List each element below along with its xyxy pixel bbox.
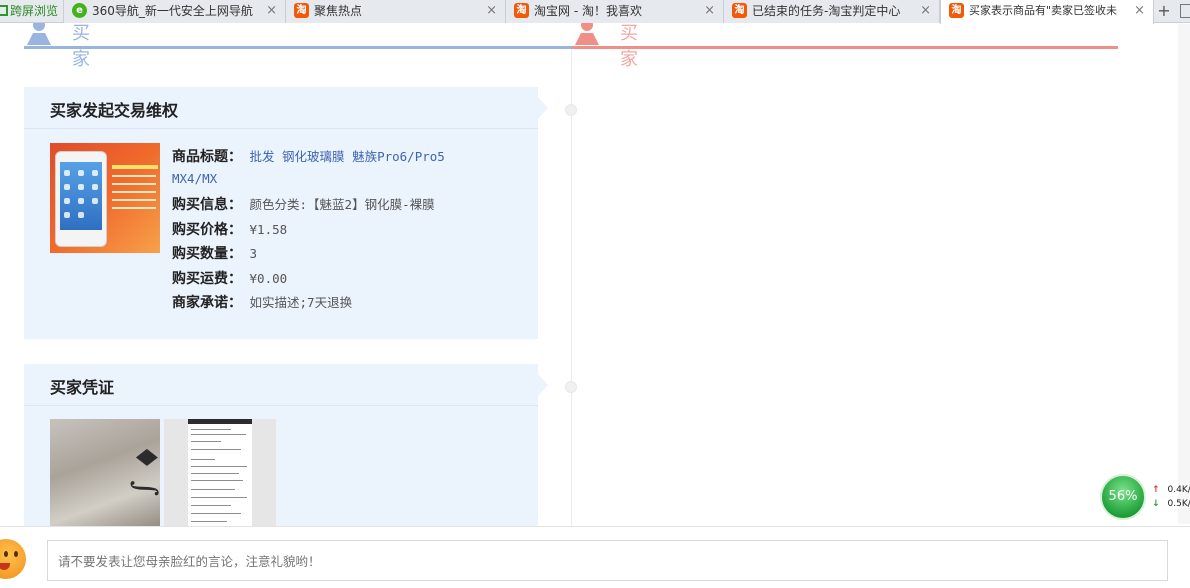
tab-label: 已结束的任务-淘宝判定中心 [752, 4, 901, 18]
promo-strip [112, 165, 158, 169]
timeline-dot [565, 104, 577, 116]
user-avatar[interactable] [0, 539, 26, 579]
taobao-icon: 淘 [949, 3, 964, 18]
evidence-photo[interactable]: ♦ ∫ [50, 419, 160, 529]
taobao-icon: 淘 [294, 3, 309, 18]
tab-label: 360导航_新一代安全上网导航 [92, 4, 253, 18]
seller-role-label: 买家 [620, 23, 638, 70]
network-speed-widget[interactable]: 56% ↑ 0.4K/ ↓ 0.5K/ [1100, 474, 1190, 520]
dispute-card-header: 买家发起交易维权 [24, 87, 538, 129]
evidence-screenshot[interactable] [164, 419, 276, 529]
quantity-value: 3 [249, 246, 258, 261]
document-image [188, 419, 252, 529]
quantity-label: 购买数量： [172, 246, 242, 262]
evidence-card-header: 买家凭证 [24, 364, 538, 406]
360-nav-icon: e [72, 3, 87, 18]
speed-percent-ball[interactable]: 56% [1100, 474, 1146, 520]
product-title-label: 商品标题： [172, 149, 242, 165]
buyer-role-line [24, 46, 572, 49]
phone-image [55, 151, 107, 247]
merchant-promise-value: 如实描述;7天退换 [249, 295, 353, 310]
timeline-dot [565, 381, 577, 393]
dispute-card-title: 买家发起交易维权 [50, 101, 179, 120]
merchant-promise-label: 商家承诺： [172, 295, 242, 311]
tab-focus-hot[interactable]: 淘 聚焦热点 × [286, 0, 506, 23]
tab-360-nav[interactable]: e 360导航_新一代安全上网导航 × [64, 0, 286, 23]
taobao-icon: 淘 [732, 3, 747, 18]
buyer-role-label: 买家 [72, 23, 90, 70]
tab-taobao-home[interactable]: 淘 淘宝网 - 淘！我喜欢 × [506, 0, 724, 23]
tab-label: 买家表示商品有"卖家已签收未 [969, 4, 1118, 17]
close-icon[interactable]: × [920, 0, 931, 22]
card-pointer [538, 97, 548, 119]
handwriting-image: ♦ ∫ [128, 444, 160, 497]
upload-arrow-icon: ↑ [1152, 485, 1160, 495]
upload-speed-value: 0.4K/ [1167, 485, 1190, 495]
product-title-link-cont[interactable]: MX4/MX [172, 171, 217, 186]
download-speed-value: 0.5K/ [1167, 499, 1190, 509]
timeline-line [571, 49, 572, 529]
close-icon[interactable]: × [266, 0, 277, 22]
dispute-card: 买家发起交易维权 商品标题： 批发 钢化玻璃膜 魅族Pro6/Pro5 MX4/… [24, 87, 548, 339]
evidence-card-title: 买家凭证 [50, 378, 115, 397]
tab-finished-tasks[interactable]: 淘 已结束的任务-淘宝判定中心 × [724, 0, 940, 23]
tab-label: 聚焦热点 [314, 4, 363, 18]
cross-screen-icon [0, 5, 8, 16]
comment-input[interactable] [47, 540, 1168, 581]
browser-tab-bar: 跨屏浏览 e 360导航_新一代安全上网导航 × 淘 聚焦热点 × 淘 淘宝网 … [0, 0, 1190, 24]
seller-role-line [572, 46, 1118, 49]
new-tab-button[interactable]: + [1154, 0, 1174, 23]
close-icon[interactable]: × [704, 0, 715, 22]
purchase-info-value: 颜色分类:【魅蓝2】钢化膜-裸膜 [249, 197, 435, 212]
card-pointer [538, 374, 548, 396]
buyer-person-icon [27, 23, 51, 45]
comment-bar [0, 526, 1190, 588]
taobao-icon: 淘 [514, 3, 529, 18]
shipping-label: 购买运费： [172, 271, 242, 287]
price-value: ¥1.58 [249, 222, 288, 237]
cross-screen-label: 跨屏浏览 [10, 4, 59, 18]
cross-screen-browse-button[interactable]: 跨屏浏览 [0, 0, 64, 23]
product-title-link[interactable]: 批发 钢化玻璃膜 魅族Pro6/Pro5 [250, 149, 445, 164]
close-icon[interactable]: × [486, 0, 497, 22]
upload-speed: ↑ 0.4K/ [1152, 485, 1190, 495]
download-speed: ↓ 0.5K/ [1152, 499, 1190, 509]
close-icon[interactable]: × [1132, 0, 1145, 22]
product-thumbnail[interactable] [50, 143, 160, 253]
price-label: 购买价格： [172, 222, 242, 238]
seller-person-icon [575, 23, 599, 45]
tab-dispute-active[interactable]: 淘 买家表示商品有"卖家已签收未 × [940, 0, 1154, 24]
evidence-card: 买家凭证 ♦ ∫ [24, 364, 548, 529]
download-arrow-icon: ↓ [1152, 499, 1160, 509]
purchase-info-label: 购买信息： [172, 197, 242, 213]
page-scrollbar[interactable] [1178, 24, 1190, 524]
shipping-value: ¥0.00 [249, 271, 288, 286]
tab-overflow-icon[interactable] [1180, 4, 1190, 18]
